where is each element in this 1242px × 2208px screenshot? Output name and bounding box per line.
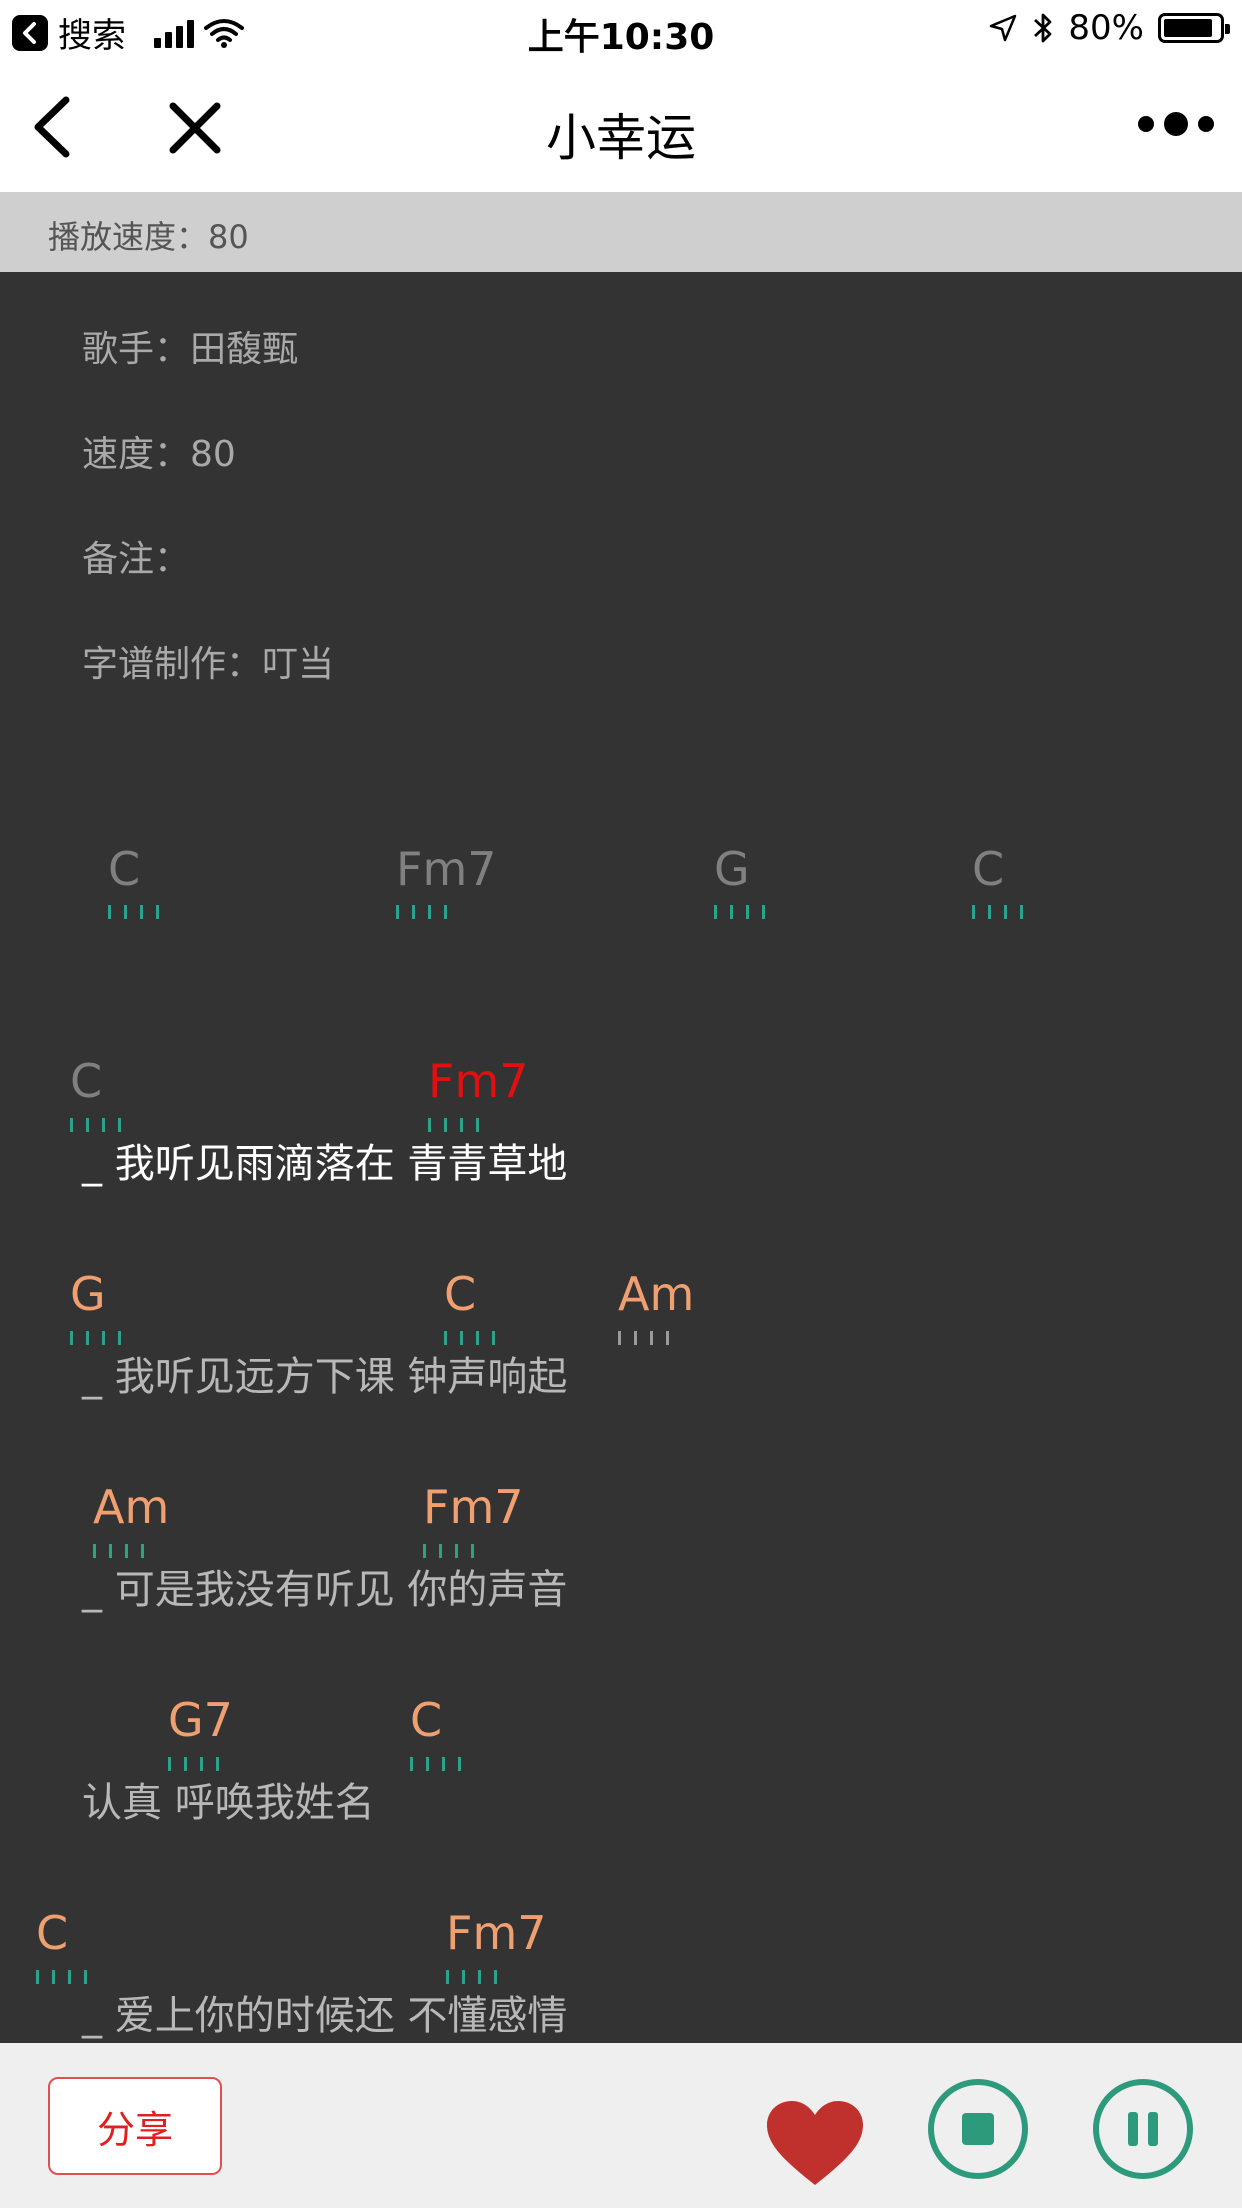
stop-icon: [962, 2113, 994, 2145]
line-chord: G7: [168, 1693, 233, 1747]
tempo-info: 速度：80: [82, 434, 236, 475]
line-chord: Am: [618, 1267, 695, 1321]
battery-icon: [1158, 13, 1230, 43]
status-bar: 搜索 上午10:30 80%: [0, 0, 1242, 62]
beat-marks: [618, 1331, 676, 1345]
bluetooth-icon: [1034, 13, 1052, 43]
heart-icon[interactable]: [765, 2099, 865, 2189]
note-info: 备注：: [82, 539, 191, 580]
pause-button[interactable]: [1093, 2079, 1193, 2179]
line-chord: C: [410, 1693, 443, 1747]
intro-chord: C: [972, 842, 1005, 896]
maker-info: 字谱制作：叮当: [82, 644, 335, 685]
beat-marks: [428, 1118, 486, 1132]
beat-marks: [410, 1757, 468, 1771]
line-chord: C: [444, 1267, 477, 1321]
bottom-bar: 分享: [0, 2043, 1242, 2208]
nav-bar: 小幸运: [0, 62, 1242, 192]
singer-info: 歌手：田馥甄: [82, 329, 299, 370]
beat-marks: [168, 1757, 226, 1771]
battery-percent: 80%: [1068, 8, 1144, 48]
lyric-line: _ 爱上你的时候还 不懂感情: [82, 1993, 568, 2039]
more-icon[interactable]: [1138, 112, 1214, 136]
lyric-line: 认真 呼唤我姓名: [82, 1780, 375, 1826]
beat-marks: [423, 1544, 481, 1558]
intro-chord: C: [108, 842, 141, 896]
beat-marks: [70, 1118, 128, 1132]
beat-marks: [108, 905, 166, 919]
playback-speed-bar: 播放速度：80: [0, 192, 1242, 272]
lyric-line: _ 我听见远方下课 钟声响起: [82, 1354, 568, 1400]
location-icon: [990, 14, 1017, 42]
beat-marks: [93, 1544, 151, 1558]
beat-marks: [972, 905, 1030, 919]
beat-marks: [714, 905, 772, 919]
pause-icon: [1128, 2112, 1158, 2146]
line-chord: Fm7: [423, 1480, 524, 1534]
beat-marks: [36, 1970, 94, 1984]
line-chord: G: [70, 1267, 106, 1321]
line-chord: Fm7: [446, 1906, 547, 1960]
page-title: 小幸运: [546, 109, 696, 167]
status-right: 80%: [988, 8, 1230, 48]
line-chord-current: Fm7: [428, 1054, 529, 1108]
stop-button[interactable]: [928, 2079, 1028, 2179]
beat-marks: [446, 1970, 504, 1984]
lyric-line: _ 可是我没有听见 你的声音: [82, 1567, 568, 1613]
intro-chord: Fm7: [396, 842, 497, 896]
intro-chord: G: [714, 842, 750, 896]
beat-marks: [70, 1331, 128, 1345]
beat-marks: [444, 1331, 502, 1345]
beat-marks: [396, 905, 454, 919]
line-chord: C: [36, 1906, 69, 1960]
share-button[interactable]: 分享: [48, 2077, 222, 2175]
playback-speed-label: 播放速度：80: [48, 218, 249, 256]
lyric-line-current: _ 我听见雨滴落在 青青草地: [82, 1141, 568, 1187]
line-chord: Am: [93, 1480, 170, 1534]
line-chord: C: [70, 1054, 103, 1108]
